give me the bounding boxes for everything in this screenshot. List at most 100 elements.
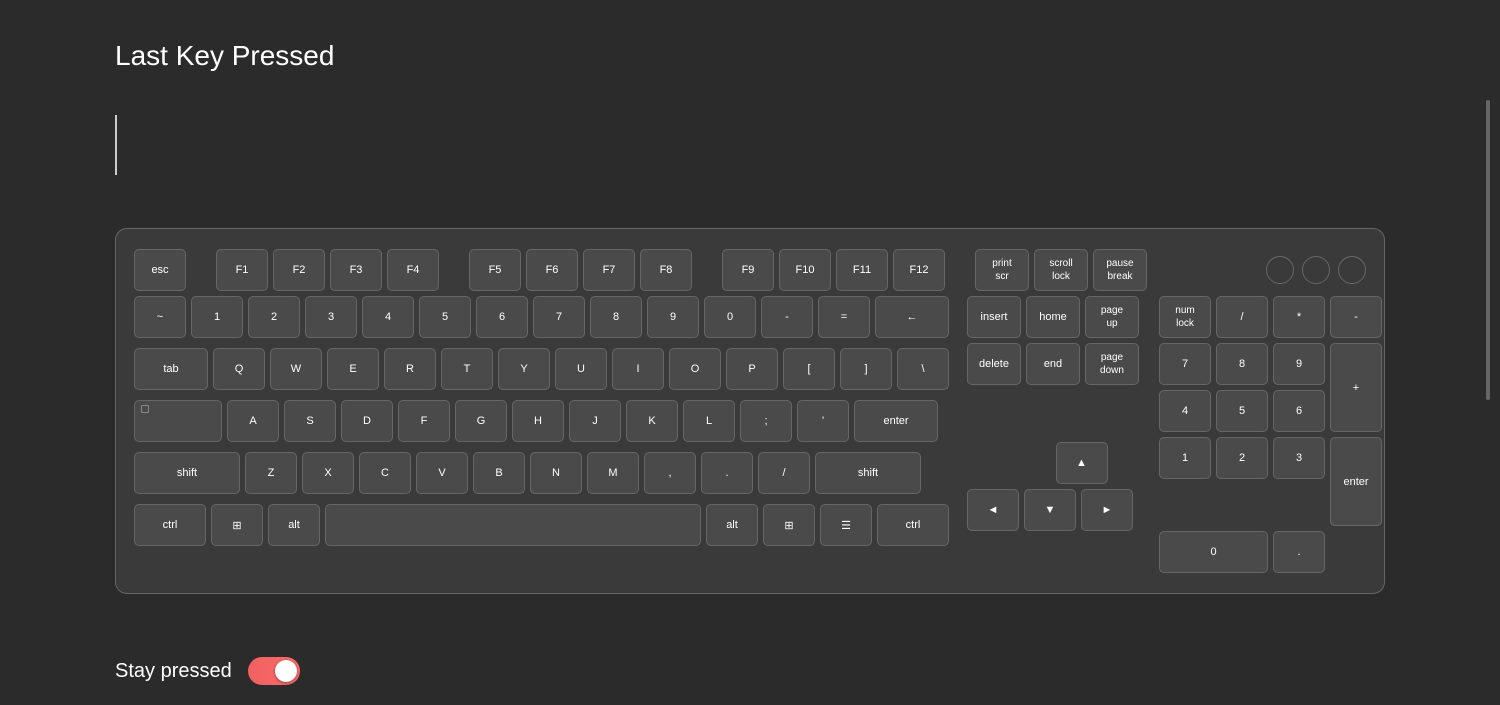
key-menu[interactable]: ☰ xyxy=(820,504,872,546)
key-1[interactable]: 1 xyxy=(191,296,243,338)
key-np-divide[interactable]: / xyxy=(1216,296,1268,338)
key-pause-break[interactable]: pausebreak xyxy=(1093,249,1147,291)
key-page-down[interactable]: pagedown xyxy=(1085,343,1139,385)
key-7[interactable]: 7 xyxy=(533,296,585,338)
key-page-up[interactable]: pageup xyxy=(1085,296,1139,338)
key-home[interactable]: home xyxy=(1026,296,1080,338)
key-o[interactable]: O xyxy=(669,348,721,390)
key-ctrl-right[interactable]: ctrl xyxy=(877,504,949,546)
key-np-4[interactable]: 4 xyxy=(1159,390,1211,432)
key-np-dot[interactable]: . xyxy=(1273,531,1325,573)
key-end[interactable]: end xyxy=(1026,343,1080,385)
key-equals[interactable]: = xyxy=(818,296,870,338)
key-arrow-up[interactable]: ▲ xyxy=(1056,442,1108,484)
key-c[interactable]: C xyxy=(359,452,411,494)
key-arrow-right[interactable]: ► xyxy=(1081,489,1133,531)
key-np-1[interactable]: 1 xyxy=(1159,437,1211,479)
key-z[interactable]: Z xyxy=(245,452,297,494)
key-close-bracket[interactable]: ] xyxy=(840,348,892,390)
key-win-right[interactable]: ⊞ xyxy=(763,504,815,546)
key-w[interactable]: W xyxy=(270,348,322,390)
key-tab[interactable]: tab xyxy=(134,348,208,390)
key-shift-left[interactable]: shift xyxy=(134,452,240,494)
key-4[interactable]: 4 xyxy=(362,296,414,338)
key-0[interactable]: 0 xyxy=(704,296,756,338)
key-3[interactable]: 3 xyxy=(305,296,357,338)
key-media-3[interactable] xyxy=(1338,256,1366,284)
key-np-7[interactable]: 7 xyxy=(1159,343,1211,385)
key-np-5[interactable]: 5 xyxy=(1216,390,1268,432)
key-np-minus[interactable]: - xyxy=(1330,296,1382,338)
key-f2[interactable]: F2 xyxy=(273,249,325,291)
key-space[interactable] xyxy=(325,504,701,546)
key-arrow-down[interactable]: ▼ xyxy=(1024,489,1076,531)
key-ctrl-left[interactable]: ctrl xyxy=(134,504,206,546)
key-alt-right[interactable]: alt xyxy=(706,504,758,546)
key-j[interactable]: J xyxy=(569,400,621,442)
key-quote[interactable]: ' xyxy=(797,400,849,442)
key-f12[interactable]: F12 xyxy=(893,249,945,291)
key-r[interactable]: R xyxy=(384,348,436,390)
key-np-multiply[interactable]: * xyxy=(1273,296,1325,338)
key-open-bracket[interactable]: [ xyxy=(783,348,835,390)
key-np-6[interactable]: 6 xyxy=(1273,390,1325,432)
key-i[interactable]: I xyxy=(612,348,664,390)
key-shift-right[interactable]: shift xyxy=(815,452,921,494)
key-arrow-left[interactable]: ◄ xyxy=(967,489,1019,531)
key-f9[interactable]: F9 xyxy=(722,249,774,291)
key-v[interactable]: V xyxy=(416,452,468,494)
key-np-0[interactable]: 0 xyxy=(1159,531,1268,573)
key-a[interactable]: A xyxy=(227,400,279,442)
key-np-enter[interactable]: enter xyxy=(1330,437,1382,526)
key-win-left[interactable]: ⊞ xyxy=(211,504,263,546)
key-insert[interactable]: insert xyxy=(967,296,1021,338)
key-semicolon[interactable]: ; xyxy=(740,400,792,442)
key-minus[interactable]: - xyxy=(761,296,813,338)
key-f8[interactable]: F8 xyxy=(640,249,692,291)
key-b[interactable]: B xyxy=(473,452,525,494)
key-f[interactable]: F xyxy=(398,400,450,442)
key-m[interactable]: M xyxy=(587,452,639,494)
key-tilde[interactable]: ~ xyxy=(134,296,186,338)
key-k[interactable]: K xyxy=(626,400,678,442)
key-f1[interactable]: F1 xyxy=(216,249,268,291)
key-alt-left[interactable]: alt xyxy=(268,504,320,546)
key-f6[interactable]: F6 xyxy=(526,249,578,291)
key-period[interactable]: . xyxy=(701,452,753,494)
key-h[interactable]: H xyxy=(512,400,564,442)
key-enter[interactable]: enter xyxy=(854,400,938,442)
key-8[interactable]: 8 xyxy=(590,296,642,338)
key-9[interactable]: 9 xyxy=(647,296,699,338)
stay-pressed-toggle[interactable] xyxy=(248,657,300,685)
key-5[interactable]: 5 xyxy=(419,296,471,338)
key-num-lock[interactable]: numlock xyxy=(1159,296,1211,338)
key-scroll-lock[interactable]: scrolllock xyxy=(1034,249,1088,291)
key-media-1[interactable] xyxy=(1266,256,1294,284)
key-comma[interactable]: , xyxy=(644,452,696,494)
key-s[interactable]: S xyxy=(284,400,336,442)
key-q[interactable]: Q xyxy=(213,348,265,390)
key-backslash[interactable]: \ xyxy=(897,348,949,390)
key-t[interactable]: T xyxy=(441,348,493,390)
key-np-9[interactable]: 9 xyxy=(1273,343,1325,385)
key-d[interactable]: D xyxy=(341,400,393,442)
key-f11[interactable]: F11 xyxy=(836,249,888,291)
key-l[interactable]: L xyxy=(683,400,735,442)
key-g[interactable]: G xyxy=(455,400,507,442)
key-np-8[interactable]: 8 xyxy=(1216,343,1268,385)
key-f3[interactable]: F3 xyxy=(330,249,382,291)
key-print-screen[interactable]: printscr xyxy=(975,249,1029,291)
key-f4[interactable]: F4 xyxy=(387,249,439,291)
key-6[interactable]: 6 xyxy=(476,296,528,338)
key-f10[interactable]: F10 xyxy=(779,249,831,291)
key-x[interactable]: X xyxy=(302,452,354,494)
key-media-2[interactable] xyxy=(1302,256,1330,284)
key-y[interactable]: Y xyxy=(498,348,550,390)
key-np-3[interactable]: 3 xyxy=(1273,437,1325,479)
key-e[interactable]: E xyxy=(327,348,379,390)
key-f7[interactable]: F7 xyxy=(583,249,635,291)
key-u[interactable]: U xyxy=(555,348,607,390)
key-2[interactable]: 2 xyxy=(248,296,300,338)
key-delete[interactable]: delete xyxy=(967,343,1021,385)
key-np-plus[interactable]: + xyxy=(1330,343,1382,432)
